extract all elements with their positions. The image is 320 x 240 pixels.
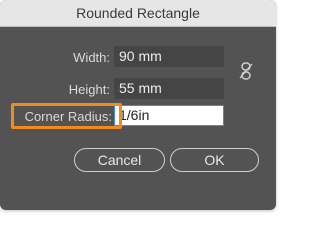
height-label: Height: — [68, 82, 110, 97]
screenshot-frame: Rounded Rectangle Width: 90 mm Height: 5… — [0, 0, 284, 221]
height-field[interactable]: 55 mm — [114, 78, 224, 99]
corner-radius-highlight — [11, 103, 122, 129]
width-label: Width: — [73, 50, 110, 65]
unlinked-chain-icon[interactable] — [239, 62, 253, 80]
corner-radius-field[interactable]: 1/6in — [114, 105, 224, 126]
width-field[interactable]: 90 mm — [114, 46, 224, 67]
cancel-button[interactable]: Cancel — [74, 148, 165, 172]
dialog-title: Rounded Rectangle — [76, 5, 200, 21]
ok-button[interactable]: OK — [170, 148, 259, 172]
title-bar[interactable]: Rounded Rectangle — [0, 0, 276, 27]
